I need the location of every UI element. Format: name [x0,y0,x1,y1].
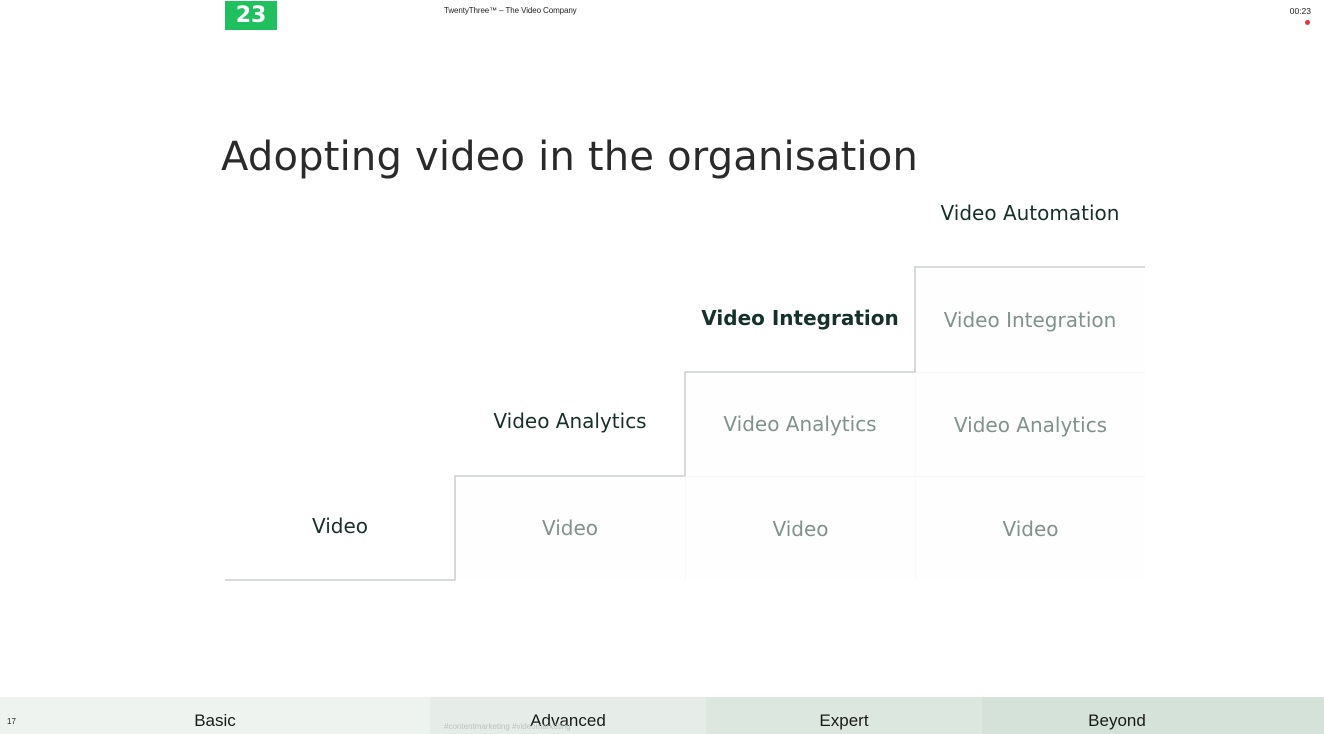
tab-expert[interactable]: Expert [706,697,982,734]
advanced-capability: Video Analytics [493,409,647,433]
beyond-capability: Video Automation [940,201,1120,225]
page-number: 17 [7,717,16,726]
cell-label: Video [1002,516,1059,541]
cell-label: Video Analytics [953,412,1108,437]
recording-dot-icon [1305,20,1310,25]
beyond-analytics-cell: Video Analytics [915,372,1145,476]
beyond-video-cell: Video [915,476,1145,580]
cell-label: Video Analytics [723,412,877,436]
logo: 23 [225,1,277,30]
tab-basic[interactable]: Basic [0,697,430,734]
tab-label: Beyond [1088,710,1146,730]
basic-capability: Video [311,514,369,538]
level-tabs: Basic Advanced Expert Beyond 17 [0,697,1324,734]
expert-analytics-cell: Video Analytics [685,372,915,476]
cell-label: Video [772,516,829,541]
tab-beyond[interactable]: Beyond [982,697,1324,734]
timer: 00:23 [1289,6,1311,16]
expert-capability: Video Integration [701,306,899,330]
hashtags: #contentmarketing #videomarketing [444,722,571,731]
advanced-video-cell: Video [455,476,685,580]
cell-label: Video Integration [943,308,1117,332]
cell-label: Video [541,516,599,540]
company-name: TwentyThree™ – The Video Company [444,6,577,15]
tab-label: Basic [194,710,236,730]
expert-video-cell: Video [685,476,915,580]
beyond-integration-cell: Video Integration [915,268,1145,372]
tab-label: Expert [819,710,869,730]
slide-title: Adopting video in the organisation [221,134,919,180]
